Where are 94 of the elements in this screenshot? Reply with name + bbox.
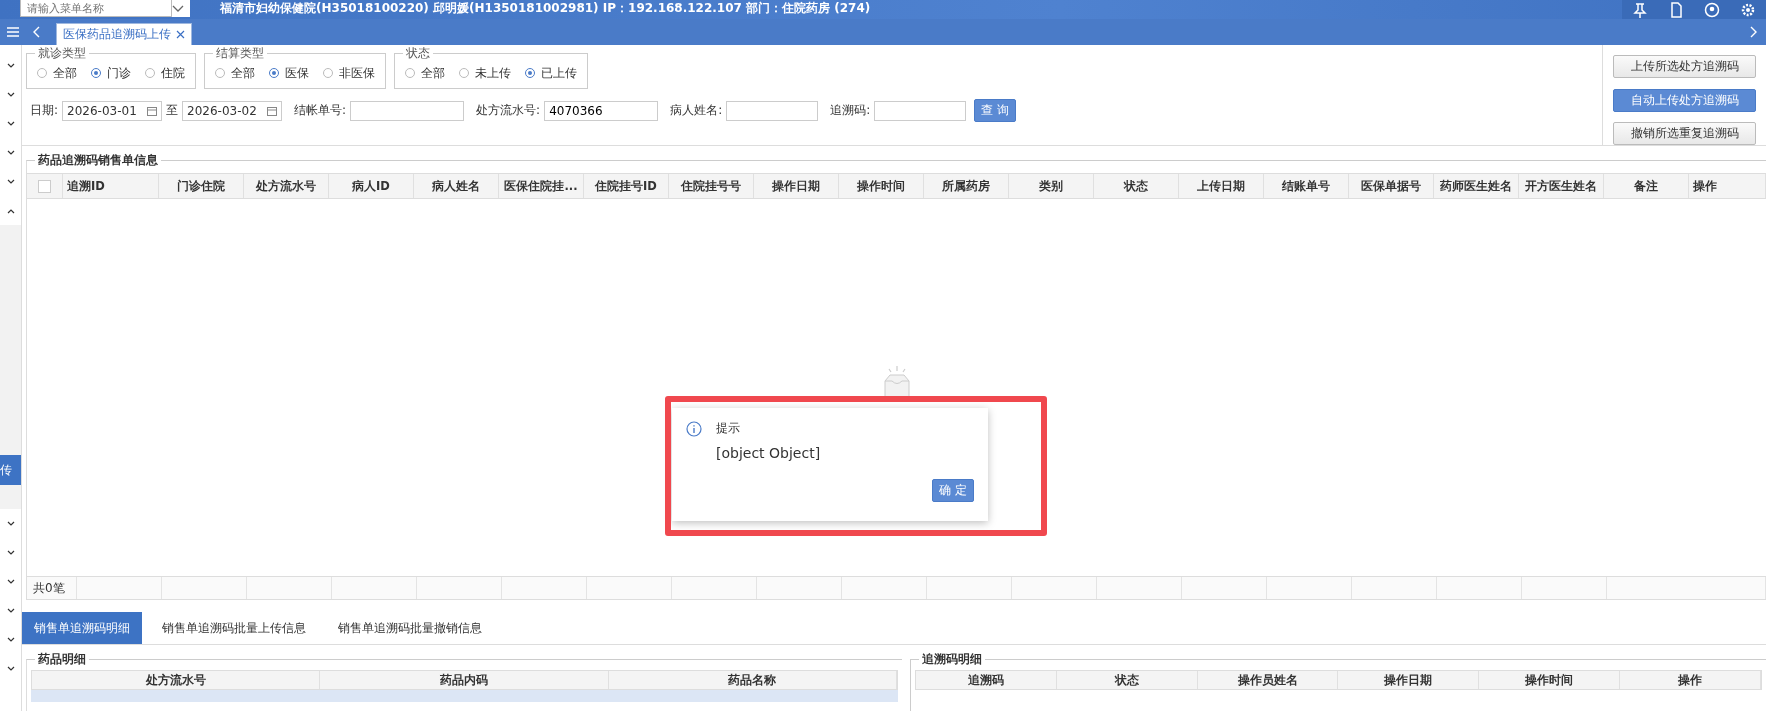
- header-title: 福清市妇幼保健院(H35018100220) 邱明媛(H1350181002981) IP：192.168.122.107 部门：住院药房 (274): [220, 0, 871, 16]
- sidebar-item[interactable]: 传: [0, 455, 21, 485]
- close-icon[interactable]: [176, 30, 185, 39]
- column-header: 操作员姓名: [1197, 671, 1339, 689]
- panel-title: 追溯码明细: [919, 652, 985, 666]
- radio-option[interactable]: 门诊: [91, 64, 131, 82]
- field-label: 结帐单号:: [294, 102, 347, 119]
- column-header: 医保单据号: [1349, 174, 1434, 198]
- radio-option[interactable]: 全部: [215, 64, 255, 82]
- radio-option[interactable]: 未上传: [459, 64, 511, 82]
- column-header: 操作时间: [1479, 671, 1621, 689]
- radio-option[interactable]: 住院: [145, 64, 185, 82]
- column-header: 所属药房: [924, 174, 1009, 198]
- menu-search-field[interactable]: 请输入菜单名称: [20, 0, 172, 17]
- column-header: 药师医生姓名: [1434, 174, 1519, 198]
- chevron-down-icon[interactable]: [6, 578, 15, 585]
- column-header: 状态: [1056, 671, 1198, 689]
- chevron-down-icon[interactable]: [6, 91, 15, 98]
- column-header: 住院挂号号: [669, 174, 754, 198]
- column-header: 住院挂号ID: [584, 174, 669, 198]
- tab[interactable]: 销售单追溯码批量撤销信息: [326, 612, 494, 644]
- column-header: 上传日期: [1179, 174, 1264, 198]
- tab[interactable]: 医保药品追溯码上传: [56, 23, 192, 45]
- column-header: 追溯ID: [63, 174, 159, 198]
- panel-title: 药品明细: [35, 652, 89, 666]
- document-icon[interactable]: [1668, 1, 1684, 18]
- column-header: 操作: [1689, 174, 1766, 198]
- group-legend: 结算类型: [213, 46, 267, 60]
- group-legend: 就诊类型: [35, 46, 89, 60]
- gear-icon[interactable]: [1740, 1, 1756, 18]
- table-footer-count: 共0笔: [27, 577, 77, 599]
- column-header: 类别: [1009, 174, 1094, 198]
- input-field[interactable]: [726, 100, 819, 121]
- column-header: 处方流水号: [32, 671, 321, 689]
- input-field[interactable]: [350, 100, 465, 121]
- column-header: 操作日期: [1338, 671, 1480, 689]
- field-label: 追溯码:: [830, 102, 871, 119]
- menu-icon[interactable]: [6, 26, 20, 38]
- chevron-down-icon[interactable]: [6, 636, 15, 643]
- action-button[interactable]: 上传所选处方追溯码: [1613, 55, 1756, 78]
- field-label: 病人姓名:: [670, 102, 723, 119]
- date-field[interactable]: 2026-03-01: [62, 100, 163, 121]
- column-header: 门诊住院: [159, 174, 244, 198]
- column-header: 备注: [1604, 174, 1689, 198]
- radio-option[interactable]: 医保: [269, 64, 309, 82]
- action-button[interactable]: 撤销所选重复追溯码: [1613, 122, 1756, 145]
- column-header: 结账单号: [1264, 174, 1349, 198]
- column-header: 状态: [1094, 174, 1179, 198]
- chevron-up-icon[interactable]: [6, 207, 15, 214]
- chevron-down-icon[interactable]: [6, 149, 15, 156]
- checkbox[interactable]: [38, 179, 51, 193]
- column-header: 开方医生姓名: [1519, 174, 1604, 198]
- field-label: 至: [166, 102, 179, 119]
- chevron-left-icon[interactable]: [32, 26, 42, 38]
- column-header: 病人ID: [329, 174, 414, 198]
- column-header: 操作日期: [754, 174, 839, 198]
- calendar-icon[interactable]: [147, 105, 158, 116]
- chevron-down-icon[interactable]: [6, 178, 15, 185]
- radio-option[interactable]: 非医保: [323, 64, 375, 82]
- column-header: 追溯码: [916, 671, 1057, 689]
- column-header: 处方流水号: [244, 174, 329, 198]
- chevron-down-icon[interactable]: [6, 607, 15, 614]
- chevron-down-icon[interactable]: [6, 520, 15, 527]
- chevron-right-icon[interactable]: [1748, 26, 1758, 38]
- pin-icon[interactable]: [1632, 1, 1648, 18]
- field-label: 日期:: [30, 102, 59, 119]
- user-circle-icon[interactable]: [1704, 1, 1720, 18]
- group-legend: 状态: [403, 46, 433, 60]
- tab[interactable]: 销售单追溯码明细: [22, 612, 142, 644]
- input-field[interactable]: [874, 100, 967, 121]
- dialog-title: 提示: [716, 420, 740, 437]
- column-header: 药品内码: [320, 671, 609, 689]
- chevron-down-icon[interactable]: [6, 549, 15, 556]
- column-header: 操作: [1620, 671, 1761, 689]
- panel-title: 药品追溯码销售单信息: [35, 153, 161, 167]
- date-field[interactable]: 2026-03-02: [182, 100, 283, 121]
- chevron-down-icon[interactable]: [6, 120, 15, 127]
- dialog-message: [object Object]: [716, 445, 822, 461]
- column-header: 操作时间: [839, 174, 924, 198]
- chevron-down-icon[interactable]: [6, 62, 15, 69]
- calendar-icon[interactable]: [267, 105, 278, 116]
- tab-label[interactable]: 医保药品追溯码上传: [63, 26, 171, 43]
- column-header: 药品名称: [608, 671, 897, 689]
- radio-option[interactable]: 全部: [405, 64, 445, 82]
- column-header: 病人姓名: [414, 174, 499, 198]
- chevron-down-icon[interactable]: [172, 4, 184, 13]
- input-field[interactable]: 4070366: [544, 100, 659, 121]
- info-icon[interactable]: [686, 420, 702, 437]
- field-label: 处方流水号:: [476, 102, 541, 119]
- radio-option[interactable]: 已上传: [525, 64, 577, 82]
- column-header: 医保住院挂...: [499, 174, 584, 198]
- chevron-down-icon[interactable]: [6, 665, 15, 672]
- tab[interactable]: 销售单追溯码批量上传信息: [150, 612, 318, 644]
- radio-option[interactable]: 全部: [37, 64, 77, 82]
